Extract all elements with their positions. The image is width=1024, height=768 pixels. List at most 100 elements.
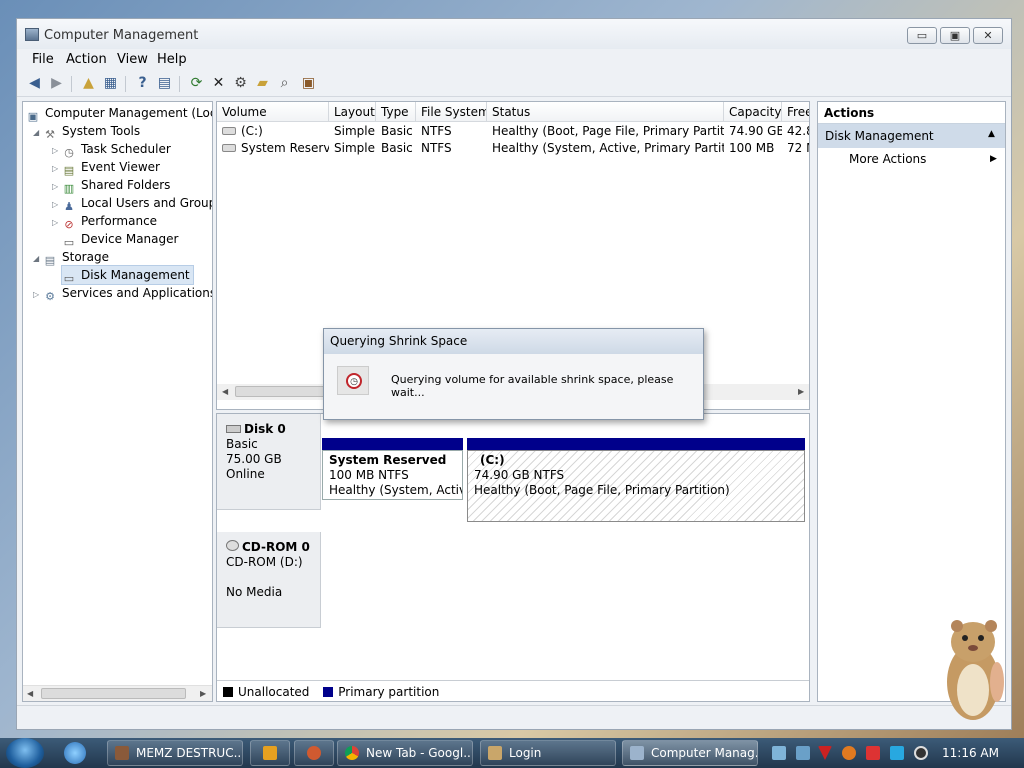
tree-item-device-manager[interactable]: ▭ Device Manager bbox=[62, 230, 179, 249]
scroll-left-icon[interactable]: ◀ bbox=[222, 387, 228, 396]
actions-group-disk-management[interactable]: Disk Management ▲ bbox=[818, 124, 1005, 148]
collapse-arrow-icon[interactable]: ▲ bbox=[988, 129, 995, 139]
tree-item-storage[interactable]: ◢ ▤ Storage bbox=[33, 248, 109, 268]
collapsed-arrow-icon[interactable]: ▷ bbox=[33, 286, 43, 304]
collapsed-arrow-icon[interactable]: ▷ bbox=[52, 214, 62, 232]
volume-tray-icon[interactable] bbox=[914, 746, 928, 760]
start-button[interactable] bbox=[6, 738, 44, 768]
dialog-message: Querying volume for available shrink spa… bbox=[391, 373, 674, 399]
search-tray-icon[interactable] bbox=[842, 746, 856, 760]
delete-icon[interactable]: ✕ bbox=[209, 74, 228, 93]
computer-management-icon bbox=[630, 746, 644, 760]
refresh-icon[interactable]: ⟳ bbox=[187, 74, 206, 93]
column-header-volume[interactable]: Volume bbox=[217, 102, 329, 122]
disk-size: 75.00 GB bbox=[226, 452, 282, 466]
partition-name: (C:) bbox=[480, 453, 505, 467]
search-icon[interactable]: ⌕ bbox=[275, 74, 294, 93]
primary-partition-swatch bbox=[323, 687, 334, 697]
display-tray-icon[interactable] bbox=[890, 746, 904, 760]
table-row[interactable]: System Reserved Simple Basic NTFS Health… bbox=[217, 140, 809, 157]
partition-system-reserved[interactable]: System Reserved 100 MB NTFS Healthy (Sys… bbox=[322, 450, 463, 500]
menu-file[interactable]: File bbox=[32, 52, 54, 67]
capacity-cell: 100 MB bbox=[729, 141, 775, 155]
tree-horizontal-scrollbar[interactable]: ◀ ▶ bbox=[23, 685, 212, 701]
column-header-type[interactable]: Type bbox=[376, 102, 416, 122]
type-cell: Basic bbox=[381, 124, 413, 138]
title-bar[interactable]: Computer Management ▭ ▣ ✕ bbox=[17, 19, 1011, 49]
disk-legend: Unallocated Primary partition bbox=[217, 680, 809, 701]
tree-item-system-tools[interactable]: ◢ ⚒ System Tools bbox=[33, 122, 140, 142]
tree-item-shared-folders[interactable]: ▷ ▥ Shared Folders bbox=[52, 176, 170, 195]
volume-drive-icon bbox=[222, 144, 236, 152]
scroll-left-icon[interactable]: ◀ bbox=[27, 689, 33, 698]
internet-explorer-icon[interactable] bbox=[64, 742, 86, 764]
scroll-right-icon[interactable]: ▶ bbox=[200, 689, 206, 698]
column-header-capacity[interactable]: Capacity bbox=[724, 102, 782, 122]
taskbar-button-media[interactable] bbox=[250, 740, 290, 766]
expanded-arrow-icon[interactable]: ◢ bbox=[33, 124, 43, 142]
clock[interactable]: 11:16 AM bbox=[942, 746, 999, 760]
cdrom-0-info[interactable]: CD-ROM 0 CD-ROM (D:) No Media bbox=[217, 532, 321, 628]
disk-icon[interactable]: ▣ bbox=[299, 74, 318, 93]
status-bar bbox=[17, 705, 1011, 729]
table-row[interactable]: (C:) Simple Basic NTFS Healthy (Boot, Pa… bbox=[217, 123, 809, 140]
column-header-file-system[interactable]: File System bbox=[416, 102, 487, 122]
partition-size: 74.90 GB NTFS bbox=[474, 468, 565, 482]
taskbar-button-paint[interactable] bbox=[294, 740, 334, 766]
tree-item-local-users[interactable]: ▷ ♟ Local Users and Groups bbox=[52, 194, 212, 213]
taskbar-button-label: New Tab - Googl... bbox=[366, 746, 473, 760]
column-header-status[interactable]: Status bbox=[487, 102, 724, 122]
tree-item-root[interactable]: ▣ Computer Management (Local bbox=[26, 104, 212, 123]
network-tray-icon[interactable] bbox=[772, 746, 786, 760]
disk-type: Basic bbox=[226, 437, 258, 451]
taskbar-button-memz[interactable]: MEMZ DESTRUC... bbox=[107, 740, 243, 766]
tree-label: Device Manager bbox=[81, 232, 179, 246]
menu-view[interactable]: View bbox=[117, 52, 148, 67]
taskbar-button-login[interactable]: Login bbox=[480, 740, 616, 766]
submenu-arrow-icon[interactable]: ▶ bbox=[990, 154, 997, 164]
column-header-free[interactable]: Free bbox=[782, 102, 809, 122]
properties-icon[interactable]: ⚙ bbox=[231, 74, 250, 93]
layout-cell: Simple bbox=[334, 141, 375, 155]
tree-label: Storage bbox=[62, 250, 109, 264]
column-header-layout[interactable]: Layout bbox=[329, 102, 376, 122]
disk-name: Disk 0 bbox=[244, 422, 286, 436]
tray-icon[interactable] bbox=[796, 746, 810, 760]
menu-help[interactable]: Help bbox=[157, 52, 187, 67]
taskbar-button-chrome[interactable]: New Tab - Googl... bbox=[337, 740, 473, 766]
tree-item-performance[interactable]: ▷ ⊘ Performance bbox=[52, 212, 157, 232]
more-actions-link[interactable]: More Actions bbox=[849, 152, 926, 166]
dialog-title[interactable]: Querying Shrink Space bbox=[324, 329, 703, 354]
tree-scroll-thumb[interactable] bbox=[41, 688, 186, 699]
taskbar-button-computer-management[interactable]: Computer Manag... bbox=[622, 740, 758, 766]
back-icon[interactable]: ◀ bbox=[25, 74, 44, 93]
tree-item-task-scheduler[interactable]: ▷ ◷ Task Scheduler bbox=[52, 140, 171, 159]
taskbar-button-label: Login bbox=[509, 746, 542, 760]
show-hide-tree-icon[interactable]: ▦ bbox=[101, 74, 120, 93]
flag-tray-icon[interactable] bbox=[866, 746, 880, 760]
partition-status: Healthy (System, Active bbox=[329, 483, 463, 497]
tree-item-services[interactable]: ▷ ⚙ Services and Applications bbox=[33, 284, 213, 304]
show-hide-action-pane-icon[interactable]: ▤ bbox=[155, 74, 174, 93]
up-folder-icon[interactable]: ▲ bbox=[79, 74, 98, 93]
tree-label: Task Scheduler bbox=[81, 142, 171, 156]
expanded-arrow-icon[interactable]: ◢ bbox=[33, 250, 43, 268]
tree-label: Services and Applications bbox=[62, 286, 213, 300]
minimize-button[interactable]: ▭ bbox=[907, 27, 937, 44]
close-button[interactable]: ✕ bbox=[973, 27, 1003, 44]
status-cell: Healthy (Boot, Page File, Primary Partit… bbox=[492, 124, 724, 138]
volume-scroll-thumb[interactable] bbox=[235, 386, 325, 397]
tree-item-event-viewer[interactable]: ▷ ▤ Event Viewer bbox=[52, 158, 160, 177]
tree-item-disk-management[interactable]: ▭ Disk Management bbox=[61, 265, 194, 285]
menu-action[interactable]: Action bbox=[66, 52, 107, 67]
disk-0-info[interactable]: Disk 0 Basic 75.00 GB Online bbox=[217, 414, 321, 510]
maximize-button[interactable]: ▣ bbox=[940, 27, 970, 44]
open-folder-icon[interactable]: ▰ bbox=[253, 74, 272, 93]
help-icon[interactable]: ? bbox=[133, 74, 152, 93]
forward-icon[interactable]: ▶ bbox=[47, 74, 66, 93]
stopwatch-icon: ◷ bbox=[346, 373, 362, 389]
partition-c[interactable]: (C:) 74.90 GB NTFS Healthy (Boot, Page F… bbox=[467, 450, 805, 522]
antivirus-tray-icon[interactable] bbox=[818, 746, 832, 760]
scroll-right-icon[interactable]: ▶ bbox=[798, 387, 804, 396]
type-cell: Basic bbox=[381, 141, 413, 155]
